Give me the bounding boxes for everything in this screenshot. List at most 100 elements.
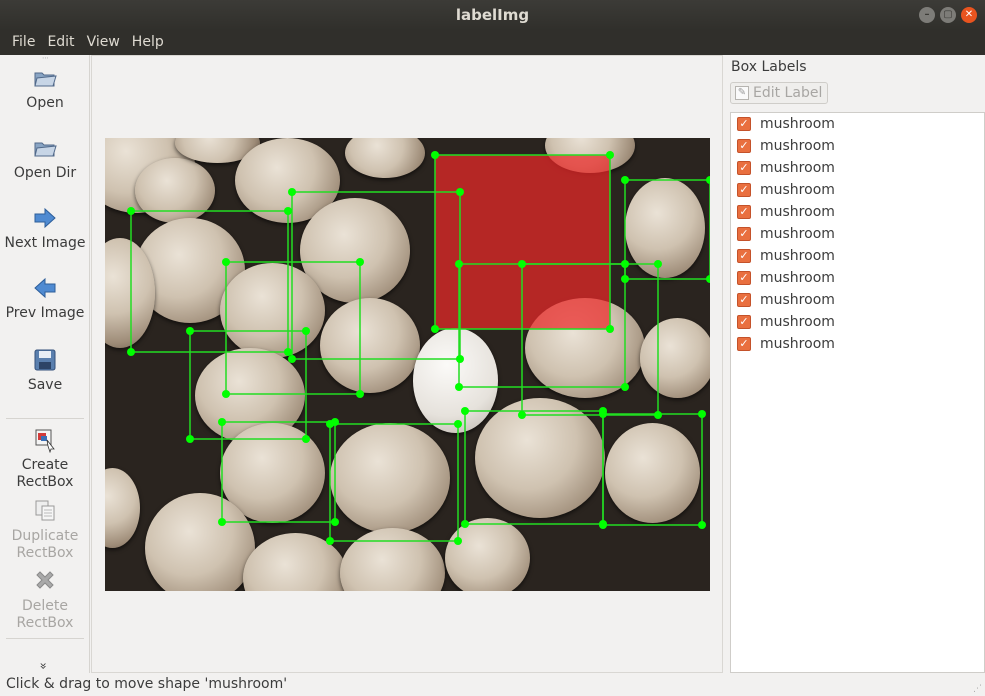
box-handle[interactable] (431, 151, 439, 159)
box-handle[interactable] (326, 420, 334, 428)
box-handle[interactable] (698, 521, 706, 529)
duplicate-rectbox-button[interactable]: Duplicate RectBox (0, 498, 90, 562)
label-checkbox[interactable]: ✓ (737, 227, 751, 241)
open-button[interactable]: Open (0, 65, 90, 112)
box-handle[interactable] (222, 390, 230, 398)
bounding-box[interactable] (225, 261, 361, 395)
box-handle[interactable] (456, 355, 464, 363)
prev-image-button[interactable]: Prev Image (0, 275, 90, 322)
label-list-item[interactable]: ✓ mushroom (731, 135, 984, 157)
next-image-button[interactable]: Next Image (0, 205, 90, 252)
box-handle[interactable] (621, 176, 629, 184)
toolbar: ⋯ Open Open Dir Next Image Prev Image Sa… (0, 55, 90, 673)
label-list-item[interactable]: ✓ mushroom (731, 311, 984, 333)
label-checkbox[interactable]: ✓ (737, 315, 751, 329)
save-button[interactable]: Save (0, 347, 90, 394)
label-list-item[interactable]: ✓ mushroom (731, 333, 984, 355)
box-handle[interactable] (455, 383, 463, 391)
label-list-item[interactable]: ✓ mushroom (731, 223, 984, 245)
toolbar-extension-chevron-icon[interactable]: » (37, 662, 51, 669)
label-checkbox[interactable]: ✓ (737, 117, 751, 131)
label-list-item[interactable]: ✓ mushroom (731, 201, 984, 223)
delete-rectbox-button[interactable]: Delete RectBox (0, 568, 90, 632)
label-list-item[interactable]: ✓ mushroom (731, 157, 984, 179)
box-handle[interactable] (461, 407, 469, 415)
box-handle[interactable] (127, 348, 135, 356)
menu-file[interactable]: File (6, 30, 41, 55)
label-list-item[interactable]: ✓ mushroom (731, 179, 984, 201)
menu-help[interactable]: Help (126, 30, 170, 55)
toolbar-grip[interactable]: ⋯ (42, 55, 49, 62)
box-handle[interactable] (518, 411, 526, 419)
box-handle[interactable] (288, 188, 296, 196)
box-handle[interactable] (356, 258, 364, 266)
box-handle[interactable] (654, 260, 662, 268)
box-handle[interactable] (621, 260, 629, 268)
menu-view[interactable]: View (81, 30, 126, 55)
box-handle[interactable] (599, 520, 607, 528)
box-handle[interactable] (284, 348, 292, 356)
box-handle[interactable] (606, 151, 614, 159)
box-handle[interactable] (518, 260, 526, 268)
label-checkbox[interactable]: ✓ (737, 293, 751, 307)
box-handle[interactable] (288, 355, 296, 363)
box-handle[interactable] (456, 188, 464, 196)
label-checkbox[interactable]: ✓ (737, 183, 751, 197)
canvas-area[interactable] (91, 55, 723, 673)
label-checkbox[interactable]: ✓ (737, 161, 751, 175)
label-list-item[interactable]: ✓ mushroom (731, 267, 984, 289)
box-handle[interactable] (455, 260, 463, 268)
label-list-item[interactable]: ✓ mushroom (731, 289, 984, 311)
minimize-button[interactable]: – (919, 7, 935, 23)
box-handle[interactable] (621, 383, 629, 391)
box-handle[interactable] (698, 410, 706, 418)
maximize-button[interactable]: ▢ (940, 7, 956, 23)
label-checkbox[interactable]: ✓ (737, 205, 751, 219)
label-list-item[interactable]: ✓ mushroom (731, 245, 984, 267)
box-handle[interactable] (356, 390, 364, 398)
box-handle[interactable] (284, 207, 292, 215)
box-handle[interactable] (454, 420, 462, 428)
box-handle[interactable] (461, 520, 469, 528)
annotated-image[interactable] (105, 138, 710, 591)
box-handle[interactable] (654, 411, 662, 419)
label-list[interactable]: ✓ mushroom ✓ mushroom ✓ mushroom ✓ mushroom ✓ mus… (730, 112, 985, 673)
box-handle[interactable] (431, 325, 439, 333)
box-handle[interactable] (331, 518, 339, 526)
create-rectbox-button[interactable]: Create RectBox (0, 427, 90, 491)
box-handle[interactable] (186, 327, 194, 335)
box-handle[interactable] (222, 258, 230, 266)
window-controls: – ▢ ✕ (919, 7, 977, 23)
bounding-box[interactable] (602, 413, 703, 526)
box-handle[interactable] (599, 407, 607, 415)
box-handle[interactable] (218, 518, 226, 526)
label-checkbox[interactable]: ✓ (737, 139, 751, 153)
box-handle[interactable] (706, 176, 710, 184)
bounding-box[interactable] (464, 410, 604, 525)
box-handle[interactable] (302, 327, 310, 335)
label-text: mushroom (760, 270, 835, 286)
edit-label-button[interactable]: ✎ Edit Label (730, 82, 828, 104)
toolbar-separator (6, 638, 84, 639)
box-handle[interactable] (454, 537, 462, 545)
box-handle[interactable] (326, 537, 334, 545)
annotation-overlay[interactable] (105, 138, 710, 591)
box-handle[interactable] (606, 325, 614, 333)
close-button[interactable]: ✕ (961, 7, 977, 23)
box-handle[interactable] (186, 435, 194, 443)
bounding-box[interactable] (329, 423, 459, 542)
menu-edit[interactable]: Edit (41, 30, 80, 55)
label-list-item[interactable]: ✓ mushroom (731, 113, 984, 135)
label-checkbox[interactable]: ✓ (737, 337, 751, 351)
bounding-box[interactable] (221, 421, 336, 523)
label-text: mushroom (760, 138, 835, 154)
box-handle[interactable] (302, 435, 310, 443)
box-handle[interactable] (127, 207, 135, 215)
box-handle[interactable] (218, 418, 226, 426)
open-dir-button[interactable]: Open Dir (0, 135, 90, 182)
box-handle[interactable] (706, 275, 710, 283)
resize-grip-icon[interactable]: ⋰ (973, 684, 983, 694)
label-checkbox[interactable]: ✓ (737, 271, 751, 285)
label-checkbox[interactable]: ✓ (737, 249, 751, 263)
box-handle[interactable] (621, 275, 629, 283)
